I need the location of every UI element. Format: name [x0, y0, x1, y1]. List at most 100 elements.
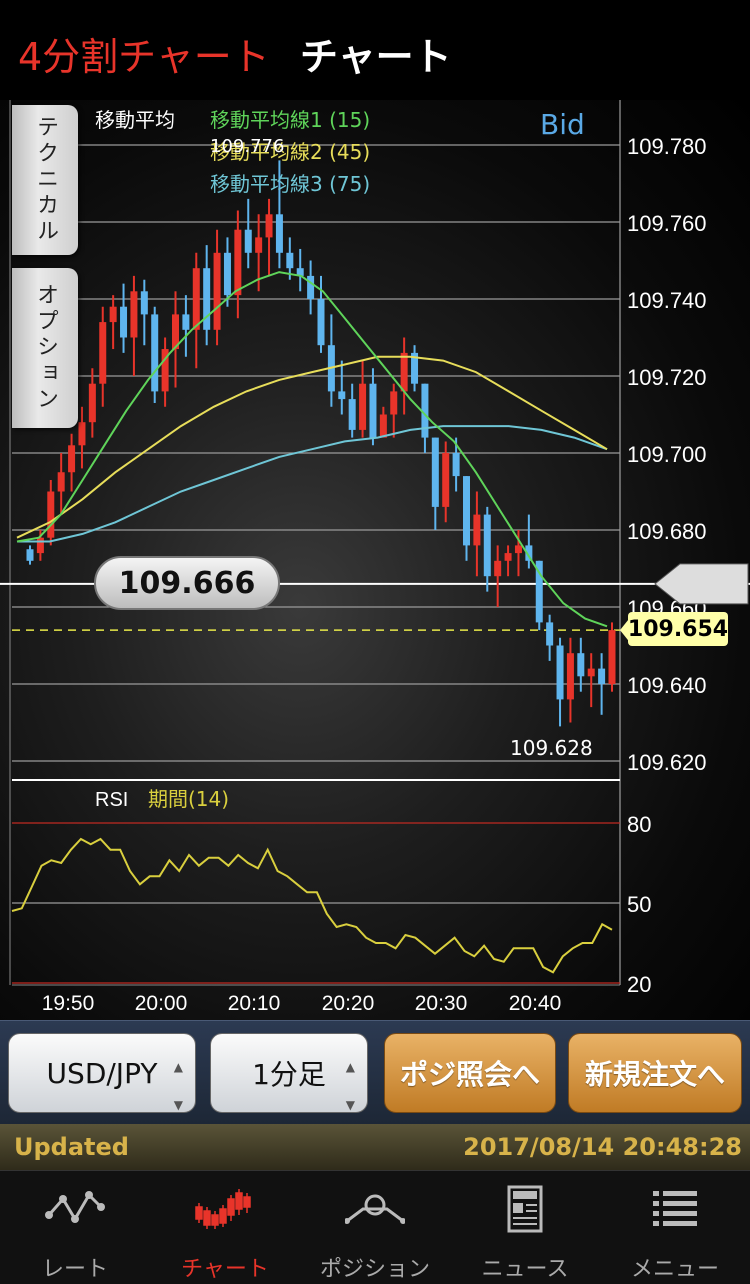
- rsi-level-label: 50: [627, 892, 651, 917]
- bid-price-box: 109.654: [628, 612, 728, 646]
- candle-body: [109, 306, 117, 323]
- candle-body: [504, 553, 512, 561]
- rsi-level-label: 20: [627, 972, 651, 997]
- candle-body: [99, 322, 107, 384]
- tab-4split-chart[interactable]: 4分割チャート: [18, 26, 270, 81]
- time-tick-label: 20:30: [415, 992, 468, 1015]
- tab-menu-label: メニュー: [630, 1257, 719, 1282]
- currency-pair-value: USD/JPY: [46, 1056, 158, 1090]
- candle-body: [265, 214, 273, 238]
- candle-body: [556, 645, 564, 700]
- price-tick-label: 109.780: [627, 134, 707, 159]
- position-icon: [345, 1194, 405, 1224]
- time-tick-label: 19:50: [42, 992, 95, 1015]
- rate-line-icon: [45, 1191, 105, 1223]
- tab-rate-label: レート: [41, 1257, 108, 1282]
- bottom-tab-bar: レート チャート ポジション ニュース メニュー: [0, 1170, 750, 1284]
- candle-body: [608, 630, 616, 684]
- candle-body: [390, 391, 398, 415]
- candle-body: [36, 537, 44, 554]
- candle-body: [400, 352, 408, 392]
- tab-position[interactable]: ポジション: [300, 1171, 450, 1284]
- tab-chart[interactable]: チャート: [300, 26, 452, 81]
- candle-body: [338, 391, 346, 400]
- updated-label: Updated: [14, 1133, 129, 1161]
- candle-body: [213, 252, 221, 330]
- tab-position-label: ポジション: [319, 1257, 430, 1282]
- candle-body: [442, 453, 450, 507]
- news-icon: [507, 1185, 543, 1233]
- stepper-arrows-icon: ▲ ▼: [173, 1060, 183, 1112]
- price-tick-label: 109.720: [627, 365, 707, 390]
- candle-body: [47, 491, 55, 538]
- candle-body: [192, 268, 200, 330]
- bid-price-pointer: [620, 620, 628, 641]
- candle-body: [587, 668, 595, 677]
- candle-body: [546, 622, 554, 646]
- candle-body: [514, 545, 522, 554]
- candle-body: [275, 214, 283, 253]
- new-order-button[interactable]: 新規注文へ: [568, 1033, 742, 1113]
- currency-pair-select[interactable]: USD/JPY ▲ ▼: [8, 1033, 196, 1113]
- current-price-bubble: 109.666: [94, 556, 280, 610]
- price-tick-label: 109.740: [627, 288, 707, 313]
- candle-body: [452, 453, 460, 477]
- status-bar: Updated 2017/08/14 20:48:28: [0, 1124, 750, 1170]
- ma3-legend: 移動平均線3 (75): [210, 172, 371, 196]
- candle-body: [577, 653, 585, 677]
- tab-menu[interactable]: メニュー: [600, 1171, 750, 1284]
- price-tick-label: 109.680: [627, 519, 707, 544]
- bid-label: Bid: [540, 108, 585, 141]
- price-tick-label: 109.760: [627, 211, 707, 236]
- candle-chart-icon: [195, 1189, 251, 1229]
- tab-chart-label: チャート: [181, 1257, 269, 1282]
- candle-body: [566, 653, 574, 700]
- menu-list-icon: [653, 1191, 697, 1226]
- candle-body: [203, 268, 211, 330]
- tab-news[interactable]: ニュース: [450, 1171, 600, 1284]
- ma1-legend: 移動平均線1 (15): [210, 108, 371, 132]
- candle-body: [223, 252, 231, 296]
- candle-body: [359, 383, 367, 430]
- candle-body: [140, 291, 148, 315]
- timeframe-select[interactable]: 1分足 ▲ ▼: [210, 1033, 368, 1113]
- chart-area[interactable]: 109.780 109.760 109.740 109.720 109.700 109.6…: [0, 100, 750, 1020]
- tab-news-label: ニュース: [481, 1257, 569, 1282]
- candle-body: [598, 668, 606, 684]
- candle-body: [130, 291, 138, 338]
- high-price-label: 109.776: [210, 136, 285, 157]
- time-tick-label: 20:00: [135, 992, 188, 1015]
- tab-chart-nav[interactable]: チャート: [150, 1171, 300, 1284]
- time-tick-label: 20:20: [322, 992, 375, 1015]
- option-side-tab[interactable]: オプション: [12, 268, 78, 428]
- stepper-arrows-icon: ▲ ▼: [345, 1060, 355, 1112]
- candle-body: [88, 383, 96, 423]
- candle-body: [151, 314, 159, 392]
- technical-side-tab[interactable]: テクニカル: [12, 105, 78, 255]
- candle-body: [78, 422, 86, 446]
- price-tick-label: 109.620: [627, 750, 707, 775]
- candle-body: [431, 437, 439, 507]
- ma-legend-label: 移動平均: [95, 108, 175, 132]
- app-header: 4分割チャート チャート: [0, 0, 750, 100]
- candle-body: [379, 414, 387, 438]
- candle-body: [57, 472, 65, 492]
- candle-body: [234, 229, 242, 296]
- rsi-line: [11, 837, 613, 974]
- price-tick-label: 109.700: [627, 442, 707, 467]
- candle-body: [26, 549, 34, 561]
- candle-body: [120, 306, 128, 338]
- tab-rate[interactable]: レート: [0, 1171, 150, 1284]
- ma2-line: [16, 355, 608, 539]
- update-timestamp: 2017/08/14 20:48:28: [463, 1133, 742, 1161]
- low-price-label: 109.628: [510, 736, 593, 760]
- candle-body: [286, 252, 294, 269]
- time-tick-label: 20:40: [509, 992, 562, 1015]
- chart-controls: USD/JPY ▲ ▼ 1分足 ▲ ▼ ポジ照会へ 新規注文へ: [0, 1020, 750, 1124]
- positions-button[interactable]: ポジ照会へ: [384, 1033, 556, 1113]
- candle-body: [494, 560, 502, 577]
- candle-body: [244, 229, 252, 253]
- candle-body: [317, 299, 325, 346]
- candle-body: [255, 237, 263, 253]
- candle-body: [483, 514, 491, 577]
